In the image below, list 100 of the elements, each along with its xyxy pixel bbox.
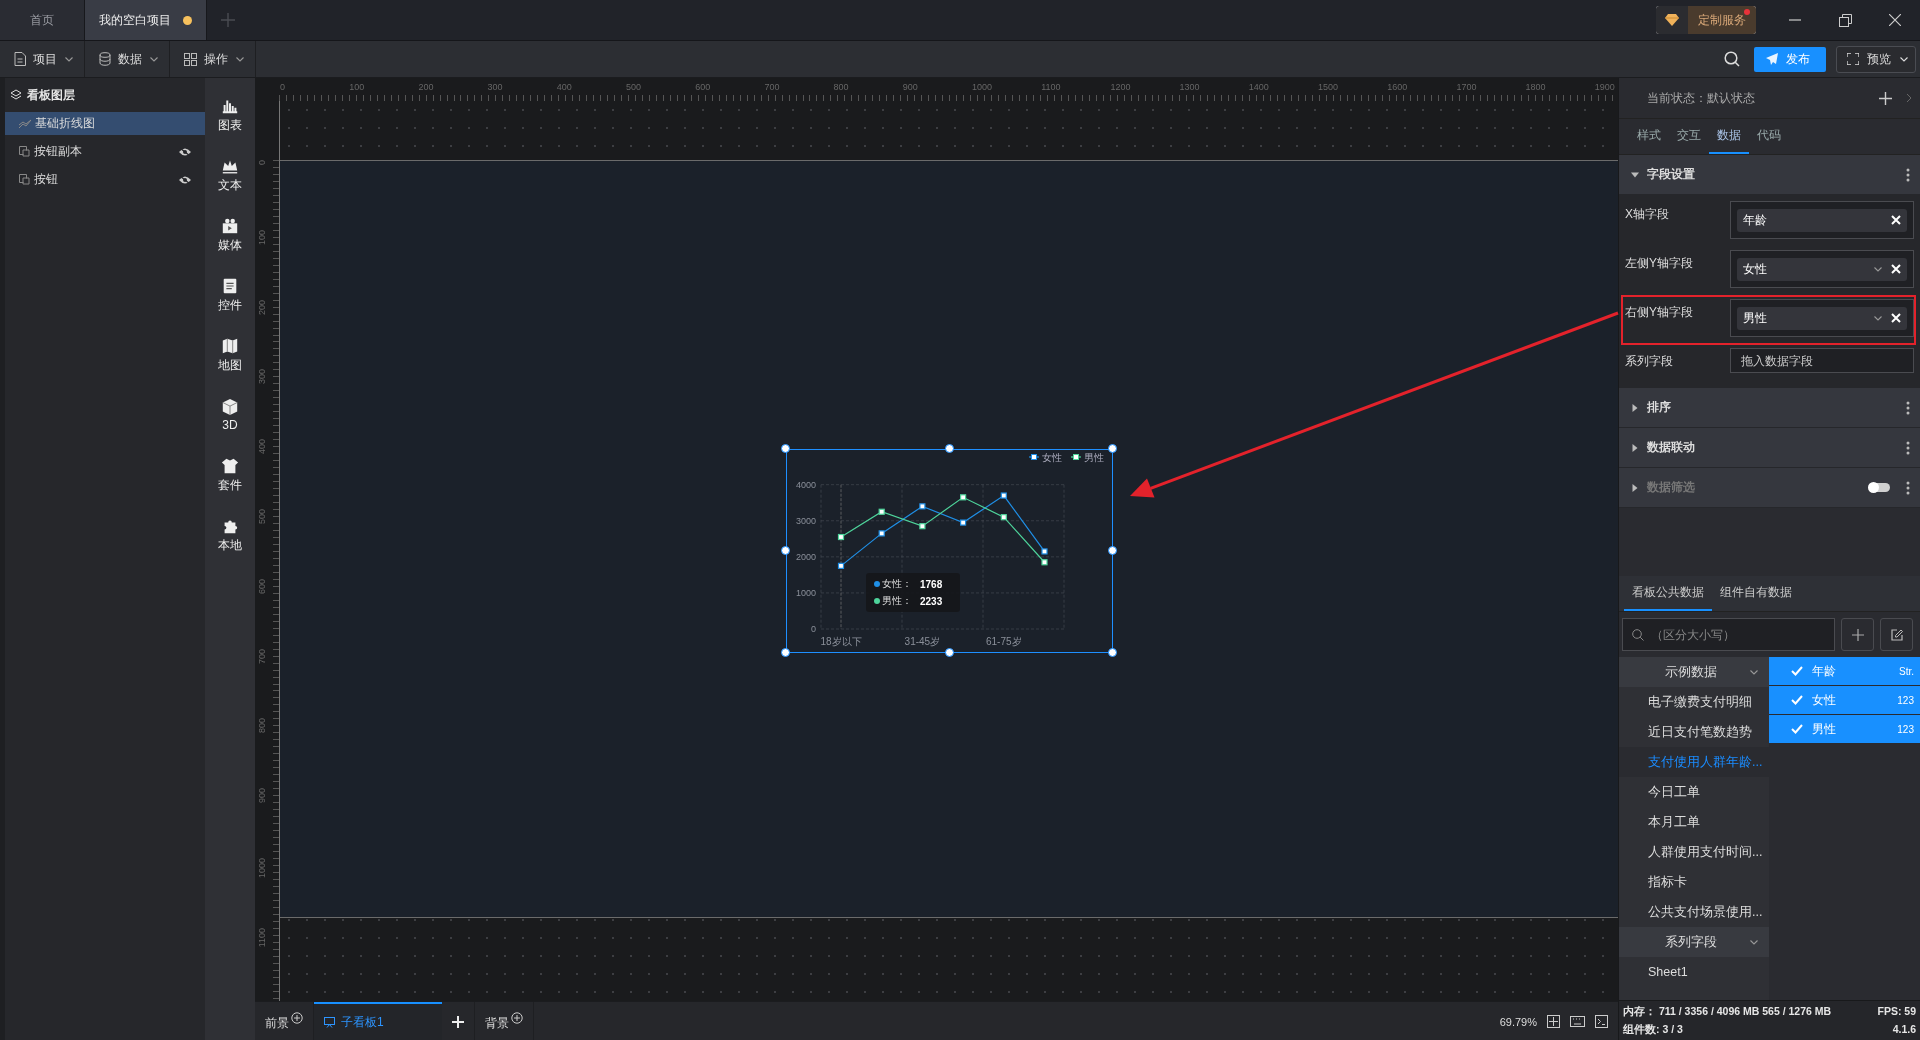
layers-icon [10,89,22,101]
more-icon[interactable] [1906,167,1910,182]
resize-handle[interactable] [1108,648,1117,657]
memory-usage: 内存： 711 / 3356 / 4096 MB 565 / 1276 MB [1623,1005,1832,1019]
tab[interactable]: 我的空白项目 [85,0,207,40]
line-chart-icon [19,118,31,129]
field-label: X轴字段 [1625,206,1669,223]
close-icon[interactable] [1891,215,1901,225]
edit-icon [1890,628,1903,641]
layer-item[interactable]: 按钮副本 [5,140,205,163]
resize-handle[interactable] [1108,444,1117,453]
component-category-button[interactable]: 本地 [207,506,253,564]
tree-item[interactable]: 今日工单 [1619,777,1769,807]
add-button[interactable] [1841,618,1874,651]
tree-item[interactable]: 近日支付笔数趋势 [1619,717,1769,747]
layer-item[interactable]: 基础折线图 [5,112,205,135]
menu-button[interactable]: 操作 [170,41,256,77]
section-header[interactable]: 数据联动 [1619,428,1920,468]
ruler-label: 200 [418,82,434,92]
component-category-button[interactable]: 地图 [207,326,253,384]
tree-item[interactable]: 电子缴费支付明细 [1619,687,1769,717]
ruler-label: 300 [487,82,503,92]
search-icon[interactable] [1724,51,1740,67]
section-header[interactable]: 排序 [1619,388,1920,428]
tab-label: 前景 [265,1015,289,1032]
ruler-label: 1100 [1041,82,1061,92]
tree-item[interactable]: 指标卡 [1619,867,1769,897]
ruler-label: 1100 [257,927,267,948]
tree-item[interactable]: 公共支付场景使用... [1619,897,1769,927]
resize-handle[interactable] [781,648,790,657]
field-tag[interactable]: 女性 [1737,257,1907,281]
close-icon[interactable] [1891,264,1901,274]
close-icon[interactable] [1891,313,1901,323]
data-point [837,533,845,541]
drop-field[interactable]: 拖入数据字段 [1730,348,1914,373]
tab[interactable]: 交互 [1669,119,1709,154]
caret-right-icon[interactable] [1631,403,1639,412]
version-label: 4.1.6 [1892,1023,1916,1037]
tree-item[interactable]: 人群使用支付时间... [1619,837,1769,867]
ruler-label: 900 [257,788,267,804]
resize-handle[interactable] [944,444,954,453]
tooltip-label: 女性： [882,577,912,591]
resize-handle[interactable] [1108,546,1117,555]
eye-hidden-icon[interactable] [179,174,191,185]
component-category-button[interactable]: 文本 [207,146,253,204]
section-header[interactable]: 字段设置 [1619,155,1920,195]
ruler-label: 1300 [1179,82,1200,92]
tree-item[interactable]: 本月工单 [1619,807,1769,837]
tree-group[interactable]: 示例数据 [1619,657,1769,687]
caret-right-icon[interactable] [1631,443,1639,452]
legend-label[interactable]: 男性 [1084,452,1104,463]
tab[interactable]: 样式 [1629,119,1669,154]
field-tag[interactable]: 男性 [1737,306,1907,330]
ruler-label: 0 [257,160,267,165]
background-tab[interactable]: 背景 [475,1002,534,1040]
menu-button[interactable]: 数据 [85,41,170,77]
preview-button[interactable]: 预览 [1836,45,1916,73]
component-category-button[interactable]: 图表 [207,86,253,144]
data-point [837,562,845,569]
axis-label: 18岁以下 [820,636,862,647]
data-point [1000,492,1007,499]
legend-label[interactable]: 女性 [1042,452,1062,463]
tab[interactable]: 代码 [1749,119,1789,154]
fps-reading: FPS: 59 [1877,1005,1916,1019]
component-category-button[interactable]: 套件 [207,446,253,504]
tab[interactable]: 首页 [0,0,85,40]
terminal-icon[interactable] [1595,1015,1608,1028]
edit-button[interactable] [1880,618,1913,651]
component-category-button[interactable]: 控件 [207,266,253,324]
ruler-label: 500 [257,509,267,525]
resize-handle[interactable] [944,648,954,657]
tab[interactable]: 组件自有数据 [1712,576,1800,611]
add-circle-icon[interactable] [511,1012,523,1024]
tree-group[interactable]: 系列字段 [1619,927,1769,957]
service-button[interactable]: 定制服务 [1656,6,1756,34]
fit-screen-icon[interactable] [1547,1015,1560,1028]
menu-button[interactable]: 项目 [0,41,85,77]
component-category-button[interactable]: 3D [207,386,253,444]
field-tag[interactable]: 年龄 [1737,208,1907,232]
add-circle-icon[interactable] [291,1012,303,1024]
tab[interactable]: 看板公共数据 [1624,576,1712,611]
keyboard-icon[interactable] [1570,1016,1585,1027]
axis-label: 1000 [795,587,816,598]
tree-item[interactable]: Sheet1 [1619,957,1769,987]
eye-hidden-icon[interactable] [179,146,191,157]
ruler-label: 1200 [1110,82,1131,92]
layer-item[interactable]: 按钮 [5,168,205,191]
resize-handle[interactable] [781,444,790,453]
chevron-right-icon[interactable] [1906,93,1912,103]
component-category-button[interactable]: 媒体 [207,206,253,264]
more-icon[interactable] [1906,400,1910,415]
caret-down-icon[interactable] [1631,170,1639,179]
data-point [960,519,967,526]
ruler-label: 900 [902,82,918,92]
data-point [878,530,885,537]
tree-item[interactable]: 支付使用人群年龄... [1619,747,1769,777]
resize-handle[interactable] [781,546,790,555]
more-icon[interactable] [1906,440,1910,455]
axis-label: 31-45岁 [904,636,941,647]
search-field[interactable]: （区分大小写） [1622,618,1835,651]
